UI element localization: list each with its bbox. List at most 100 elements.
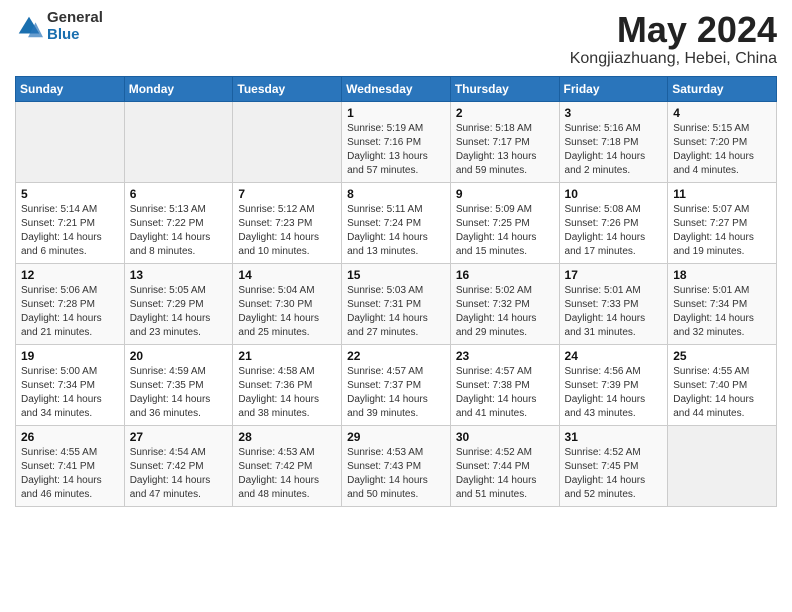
calendar-container: General Blue May 2024 Kongjiazhuang, Heb… [0, 0, 792, 517]
calendar-tbody: 1 Sunrise: 5:19 AM Sunset: 7:16 PM Daylig… [16, 101, 777, 506]
day-info: Sunrise: 5:09 AM Sunset: 7:25 PM Dayligh… [456, 203, 554, 259]
day-info: Sunrise: 5:18 AM Sunset: 7:17 PM Dayligh… [456, 122, 554, 178]
day-number: 11 [673, 187, 771, 201]
day-number: 25 [673, 349, 771, 363]
weekday-header-wednesday: Wednesday [342, 76, 451, 101]
calendar-cell: 2Sunrise: 5:18 AM Sunset: 7:17 PM Daylig… [450, 101, 559, 182]
weekday-header-sunday: Sunday [16, 76, 125, 101]
weekday-header-tuesday: Tuesday [233, 76, 342, 101]
calendar-cell: 30 Sunrise: 4:52 AM Sunset: 7:44 PM Dayli… [450, 425, 559, 506]
calendar-thead: SundayMondayTuesdayWednesdayThursdayFrid… [16, 76, 777, 101]
calendar-cell: 27 Sunrise: 4:54 AM Sunset: 7:42 PM Dayli… [124, 425, 233, 506]
day-info: Sunrise: 4:59 AM Sunset: 7:35 PM Dayligh… [130, 365, 228, 421]
day-number: 23 [456, 349, 554, 363]
day-info: Sunrise: 4:55 AM Sunset: 7:41 PM Dayligh… [21, 446, 119, 502]
day-info: Sunrise: 5:16 AM Sunset: 7:18 PM Dayligh… [565, 122, 663, 178]
day-number: 12 [21, 268, 119, 282]
day-number: 9 [456, 187, 554, 201]
day-number: 13 [130, 268, 228, 282]
calendar-cell: 3 Sunrise: 5:16 AM Sunset: 7:18 PM Daylig… [559, 101, 668, 182]
logo: General Blue [15, 10, 103, 43]
day-info: Sunrise: 4:56 AM Sunset: 7:39 PM Dayligh… [565, 365, 663, 421]
calendar-cell [16, 101, 125, 182]
day-info: Sunrise: 5:07 AM Sunset: 7:27 PM Dayligh… [673, 203, 771, 259]
day-number: 1 [347, 106, 445, 120]
calendar-cell: 19 Sunrise: 5:00 AM Sunset: 7:34 PM Dayli… [16, 344, 125, 425]
day-number: 7 [238, 187, 336, 201]
day-number: 16 [456, 268, 554, 282]
calendar-cell: 1 Sunrise: 5:19 AM Sunset: 7:16 PM Daylig… [342, 101, 451, 182]
day-number: 30 [456, 430, 554, 444]
calendar-week-1: 1 Sunrise: 5:19 AM Sunset: 7:16 PM Daylig… [16, 101, 777, 182]
calendar-week-2: 5 Sunrise: 5:14 AM Sunset: 7:21 PM Daylig… [16, 182, 777, 263]
day-info: Sunrise: 5:14 AM Sunset: 7:21 PM Dayligh… [21, 203, 119, 259]
calendar-cell: 14Sunrise: 5:04 AM Sunset: 7:30 PM Dayli… [233, 263, 342, 344]
day-info: Sunrise: 4:52 AM Sunset: 7:45 PM Dayligh… [565, 446, 663, 502]
calendar-cell: 4 Sunrise: 5:15 AM Sunset: 7:20 PM Daylig… [668, 101, 777, 182]
weekday-header-monday: Monday [124, 76, 233, 101]
day-number: 15 [347, 268, 445, 282]
calendar-cell: 20 Sunrise: 4:59 AM Sunset: 7:35 PM Dayli… [124, 344, 233, 425]
day-number: 29 [347, 430, 445, 444]
weekday-header-thursday: Thursday [450, 76, 559, 101]
calendar-cell: 9 Sunrise: 5:09 AM Sunset: 7:25 PM Daylig… [450, 182, 559, 263]
day-number: 22 [347, 349, 445, 363]
calendar-week-3: 12Sunrise: 5:06 AM Sunset: 7:28 PM Dayli… [16, 263, 777, 344]
calendar-cell: 5 Sunrise: 5:14 AM Sunset: 7:21 PM Daylig… [16, 182, 125, 263]
day-info: Sunrise: 5:15 AM Sunset: 7:20 PM Dayligh… [673, 122, 771, 178]
day-number: 20 [130, 349, 228, 363]
calendar-table: SundayMondayTuesdayWednesdayThursdayFrid… [15, 76, 777, 507]
day-info: Sunrise: 5:19 AM Sunset: 7:16 PM Dayligh… [347, 122, 445, 178]
weekday-header-row: SundayMondayTuesdayWednesdayThursdayFrid… [16, 76, 777, 101]
day-number: 28 [238, 430, 336, 444]
calendar-cell: 29 Sunrise: 4:53 AM Sunset: 7:43 PM Dayli… [342, 425, 451, 506]
day-info: Sunrise: 4:52 AM Sunset: 7:44 PM Dayligh… [456, 446, 554, 502]
day-info: Sunrise: 4:57 AM Sunset: 7:37 PM Dayligh… [347, 365, 445, 421]
calendar-cell: 11 Sunrise: 5:07 AM Sunset: 7:27 PM Dayli… [668, 182, 777, 263]
day-info: Sunrise: 4:55 AM Sunset: 7:40 PM Dayligh… [673, 365, 771, 421]
day-number: 31 [565, 430, 663, 444]
calendar-header: General Blue May 2024 Kongjiazhuang, Heb… [15, 10, 777, 68]
day-info: Sunrise: 4:54 AM Sunset: 7:42 PM Dayligh… [130, 446, 228, 502]
day-number: 4 [673, 106, 771, 120]
logo-general-text: General [47, 10, 103, 27]
day-info: Sunrise: 5:02 AM Sunset: 7:32 PM Dayligh… [456, 284, 554, 340]
day-number: 14 [238, 268, 336, 282]
day-number: 17 [565, 268, 663, 282]
day-number: 27 [130, 430, 228, 444]
calendar-cell: 31 Sunrise: 4:52 AM Sunset: 7:45 PM Dayli… [559, 425, 668, 506]
calendar-cell [233, 101, 342, 182]
day-number: 6 [130, 187, 228, 201]
location-text: Kongjiazhuang, Hebei, China [570, 50, 777, 68]
calendar-cell: 22 Sunrise: 4:57 AM Sunset: 7:37 PM Dayli… [342, 344, 451, 425]
calendar-cell: 10 Sunrise: 5:08 AM Sunset: 7:26 PM Dayli… [559, 182, 668, 263]
day-number: 3 [565, 106, 663, 120]
day-number: 18 [673, 268, 771, 282]
calendar-cell: 8Sunrise: 5:11 AM Sunset: 7:24 PM Daylig… [342, 182, 451, 263]
calendar-cell: 21 Sunrise: 4:58 AM Sunset: 7:36 PM Dayli… [233, 344, 342, 425]
month-title: May 2024 [570, 10, 777, 50]
calendar-cell: 16 Sunrise: 5:02 AM Sunset: 7:32 PM Dayli… [450, 263, 559, 344]
calendar-cell: 17Sunrise: 5:01 AM Sunset: 7:33 PM Dayli… [559, 263, 668, 344]
day-info: Sunrise: 4:58 AM Sunset: 7:36 PM Dayligh… [238, 365, 336, 421]
day-number: 10 [565, 187, 663, 201]
day-info: Sunrise: 5:03 AM Sunset: 7:31 PM Dayligh… [347, 284, 445, 340]
calendar-week-4: 19 Sunrise: 5:00 AM Sunset: 7:34 PM Dayli… [16, 344, 777, 425]
logo-icon [15, 13, 43, 41]
day-info: Sunrise: 5:05 AM Sunset: 7:29 PM Dayligh… [130, 284, 228, 340]
calendar-cell [124, 101, 233, 182]
day-info: Sunrise: 5:08 AM Sunset: 7:26 PM Dayligh… [565, 203, 663, 259]
day-number: 24 [565, 349, 663, 363]
day-number: 19 [21, 349, 119, 363]
calendar-cell: 18Sunrise: 5:01 AM Sunset: 7:34 PM Dayli… [668, 263, 777, 344]
day-info: Sunrise: 4:53 AM Sunset: 7:43 PM Dayligh… [347, 446, 445, 502]
calendar-cell: 25 Sunrise: 4:55 AM Sunset: 7:40 PM Dayli… [668, 344, 777, 425]
logo-blue-text: Blue [47, 27, 103, 44]
day-info: Sunrise: 5:00 AM Sunset: 7:34 PM Dayligh… [21, 365, 119, 421]
calendar-cell: 7Sunrise: 5:12 AM Sunset: 7:23 PM Daylig… [233, 182, 342, 263]
calendar-cell: 28Sunrise: 4:53 AM Sunset: 7:42 PM Dayli… [233, 425, 342, 506]
day-number: 5 [21, 187, 119, 201]
day-number: 8 [347, 187, 445, 201]
day-number: 21 [238, 349, 336, 363]
calendar-week-5: 26Sunrise: 4:55 AM Sunset: 7:41 PM Dayli… [16, 425, 777, 506]
